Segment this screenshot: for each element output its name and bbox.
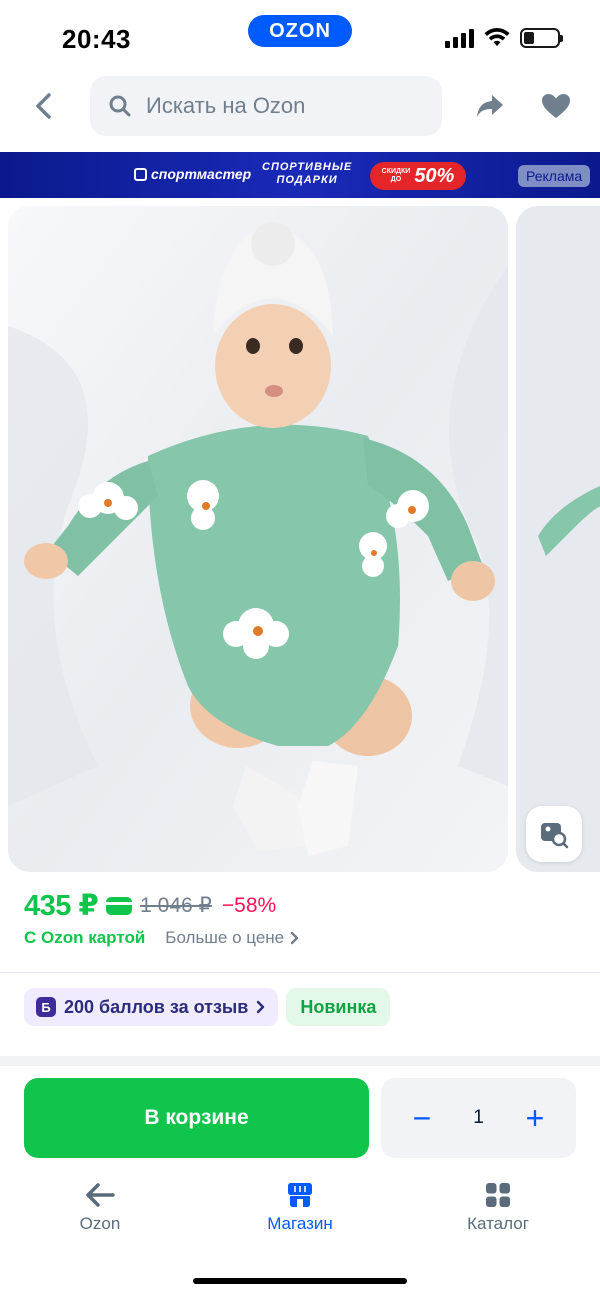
search-input[interactable]: Искать на Ozon bbox=[90, 76, 442, 136]
share-button[interactable] bbox=[470, 86, 510, 126]
wifi-icon bbox=[484, 28, 510, 46]
new-badge: Новинка bbox=[286, 988, 391, 1026]
share-icon bbox=[477, 95, 503, 117]
status-icons bbox=[445, 28, 563, 48]
ad-discount-caption-line1: СКИДКИ bbox=[381, 168, 411, 175]
price-row: 435 ₽ 1 046 ₽ −58% bbox=[24, 888, 276, 923]
quantity-decrease-button[interactable]: − bbox=[407, 1102, 437, 1134]
heart-icon bbox=[542, 94, 570, 118]
home-indicator[interactable] bbox=[193, 1278, 407, 1284]
section-separator bbox=[0, 1056, 600, 1066]
with-ozon-card-label: С Ozon картой bbox=[24, 928, 146, 947]
favorite-button[interactable] bbox=[536, 86, 576, 126]
quantity-stepper: − 1 + bbox=[381, 1078, 576, 1158]
ad-discount-badge: СКИДКИ ДО 50% bbox=[370, 162, 466, 190]
price-current: 435 ₽ bbox=[24, 890, 99, 922]
ad-slogan-line1: СПОРТИВНЫЕ bbox=[262, 161, 353, 173]
review-points-badge[interactable]: Б 200 баллов за отзыв bbox=[24, 988, 279, 1026]
ozon-card-icon bbox=[106, 896, 133, 915]
tab-shop[interactable]: Магазин bbox=[240, 1182, 360, 1234]
quantity-value: 1 bbox=[473, 1107, 484, 1128]
back-arrow-icon bbox=[86, 1183, 115, 1207]
product-photo[interactable] bbox=[8, 206, 508, 872]
ozon-logo: OZON bbox=[248, 15, 352, 47]
quantity-increase-button[interactable]: + bbox=[520, 1102, 550, 1134]
search-header: Искать на Ozon bbox=[0, 72, 600, 144]
tab-catalog-label: Каталог bbox=[467, 1214, 529, 1233]
ad-slogan: СПОРТИВНЫЕ ПОДАРКИ bbox=[262, 161, 352, 187]
divider bbox=[0, 972, 600, 973]
sportmaster-logo-icon bbox=[134, 167, 147, 181]
in-cart-button[interactable]: В корзине bbox=[24, 1078, 369, 1158]
battery-icon bbox=[520, 28, 563, 48]
ad-discount-caption-line2: ДО bbox=[390, 176, 402, 183]
product-photo-illustration bbox=[8, 206, 508, 872]
ad-discount-value: 50% bbox=[414, 164, 455, 187]
ad-banner[interactable]: спортмастер СПОРТИВНЫЕ ПОДАРКИ СКИДКИ ДО… bbox=[0, 152, 600, 198]
shop-icon bbox=[288, 1183, 312, 1207]
ad-label: Реклама bbox=[518, 165, 591, 187]
bottom-tabbar: Ozon Магазин Каталог bbox=[0, 1176, 600, 1246]
next-photo-preview bbox=[516, 206, 600, 872]
ad-slogan-line2: ПОДАРКИ bbox=[276, 174, 338, 186]
visual-search-button[interactable] bbox=[526, 806, 582, 862]
product-gallery[interactable] bbox=[0, 204, 600, 874]
price-old: 1 046 ₽ bbox=[140, 894, 212, 917]
tab-shop-label: Магазин bbox=[267, 1214, 333, 1233]
ad-brand-name: спортмастер bbox=[151, 166, 252, 182]
tab-ozon-label: Ozon bbox=[79, 1214, 121, 1233]
back-arrow-icon bbox=[36, 93, 51, 119]
chevron-right-icon bbox=[257, 1000, 265, 1014]
ad-discount-caption: СКИДКИ ДО bbox=[382, 168, 411, 184]
signal-icon bbox=[445, 28, 474, 48]
search-icon bbox=[109, 95, 131, 117]
battery-level bbox=[524, 32, 534, 44]
tab-ozon[interactable]: Ozon bbox=[40, 1182, 160, 1234]
price-block: 435 ₽ 1 046 ₽ −58% С Ozon картой Больше … bbox=[0, 874, 600, 974]
catalog-grid-icon bbox=[486, 1183, 510, 1207]
tab-catalog[interactable]: Каталог bbox=[438, 1182, 558, 1234]
product-photo-next[interactable] bbox=[516, 206, 600, 872]
points-icon: Б bbox=[36, 997, 56, 1017]
status-bar: 20:43 OZON bbox=[0, 0, 600, 70]
back-button[interactable] bbox=[24, 86, 64, 126]
status-time: 20:43 bbox=[62, 24, 131, 54]
chevron-right-icon bbox=[290, 931, 299, 945]
search-placeholder: Искать на Ozon bbox=[146, 93, 306, 118]
more-about-price-link[interactable]: Больше о цене bbox=[165, 928, 300, 948]
price-subline: С Ozon картой Больше о цене bbox=[24, 928, 300, 948]
visual-search-icon bbox=[541, 823, 569, 849]
more-about-price-label: Больше о цене bbox=[165, 928, 285, 947]
review-points-label: 200 баллов за отзыв bbox=[64, 996, 249, 1017]
price-discount: −58% bbox=[221, 893, 277, 917]
badges-row: Б 200 баллов за отзыв Новинка bbox=[24, 988, 391, 1026]
ad-brand: спортмастер bbox=[134, 166, 251, 182]
